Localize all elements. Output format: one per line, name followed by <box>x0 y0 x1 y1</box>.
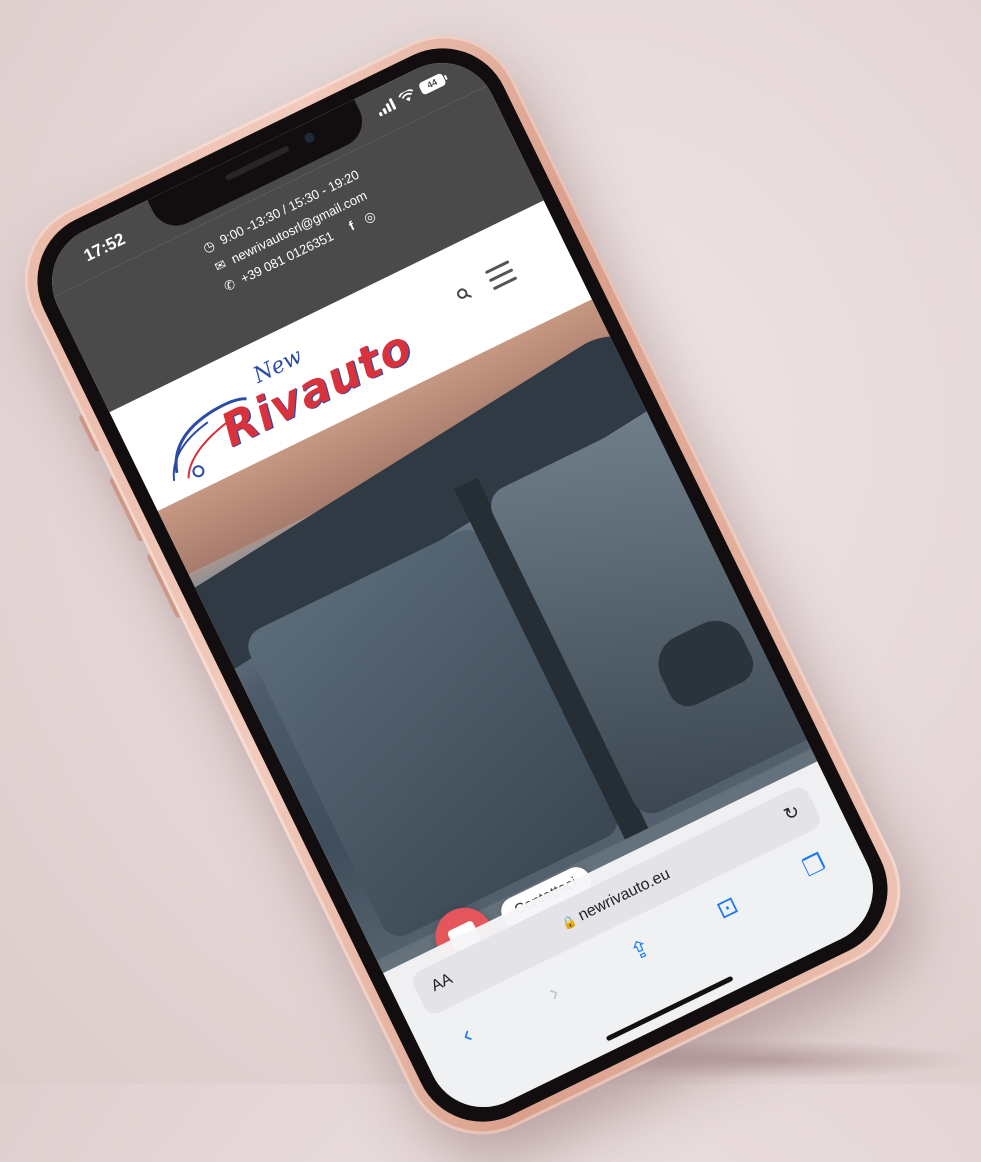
cellular-signal-icon <box>375 97 397 117</box>
phone-device: 17:52 44 ◷ 9:00 -13:30 / 15:30 - 19:20 ✉… <box>0 9 927 1161</box>
tabs-icon[interactable]: ❐ <box>790 844 839 888</box>
battery-icon: 44 <box>417 72 447 96</box>
back-icon[interactable]: ‹ <box>443 1014 491 1057</box>
forward-icon[interactable]: › <box>530 971 578 1014</box>
url-text: newrivauto.eu <box>575 865 673 925</box>
phone-icon: ✆ <box>221 276 238 295</box>
search-icon[interactable] <box>454 285 473 304</box>
lock-icon: 🔒 <box>559 912 580 932</box>
wifi-icon <box>398 88 413 101</box>
menu-icon[interactable] <box>484 260 518 291</box>
bookmarks-icon[interactable]: ⊡ <box>703 886 752 930</box>
facebook-icon[interactable]: f <box>341 213 363 239</box>
instagram-icon[interactable]: ◎ <box>359 204 381 230</box>
status-time: 17:52 <box>80 229 129 266</box>
front-camera <box>302 131 316 145</box>
share-icon[interactable]: ⇪ <box>616 929 665 973</box>
